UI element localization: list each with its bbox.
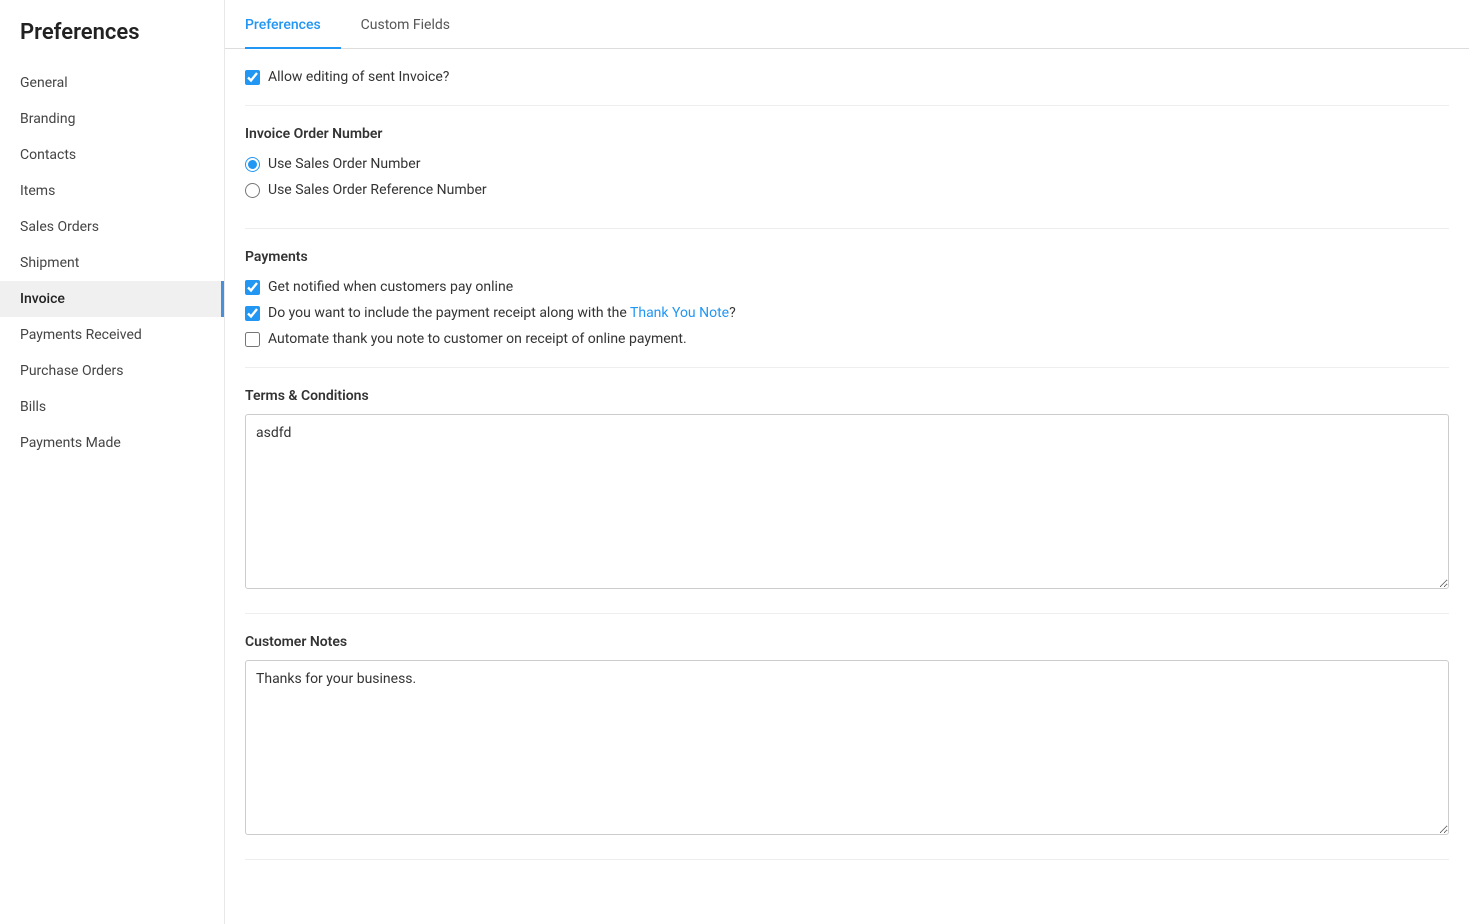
radio-row-use-sales-order-number[interactable]: Use Sales Order Number xyxy=(245,156,1449,172)
terms-conditions-textarea[interactable] xyxy=(245,414,1449,589)
include-receipt-checkbox[interactable] xyxy=(245,306,260,321)
sidebar-item-sales-orders[interactable]: Sales Orders xyxy=(0,209,224,245)
sidebar-item-purchase-orders[interactable]: Purchase Orders xyxy=(0,353,224,389)
payments-section: Payments Get notified when customers pay… xyxy=(245,229,1449,368)
sidebar-item-general[interactable]: General xyxy=(0,65,224,101)
sidebar-item-invoice[interactable]: Invoice xyxy=(0,281,224,317)
main-content: Preferences Custom Fields Allow editing o… xyxy=(225,0,1469,924)
include-receipt-label: Do you want to include the payment recei… xyxy=(268,305,736,321)
terms-conditions-section: Terms & Conditions xyxy=(245,368,1449,614)
customer-notes-section: Customer Notes xyxy=(245,614,1449,860)
radio-row-use-sales-order-ref[interactable]: Use Sales Order Reference Number xyxy=(245,182,1449,198)
sidebar-item-branding[interactable]: Branding xyxy=(0,101,224,137)
content-area: Allow editing of sent Invoice? Invoice O… xyxy=(225,49,1469,860)
automate-thank-you-checkbox[interactable] xyxy=(245,332,260,347)
radio-use-sales-order-number[interactable] xyxy=(245,157,260,172)
sidebar-item-payments-made[interactable]: Payments Made xyxy=(0,425,224,461)
radio-label-use-sales-order-number: Use Sales Order Number xyxy=(268,156,420,172)
sidebar-item-shipment[interactable]: Shipment xyxy=(0,245,224,281)
invoice-order-number-title: Invoice Order Number xyxy=(245,126,1449,142)
automate-thank-you-label: Automate thank you note to customer on r… xyxy=(268,331,687,347)
sidebar-nav: GeneralBrandingContactsItemsSales Orders… xyxy=(0,65,224,461)
order-number-radios: Use Sales Order Number Use Sales Order Re… xyxy=(245,156,1449,198)
automate-thank-you-row[interactable]: Automate thank you note to customer on r… xyxy=(245,331,1449,347)
notify-pay-online-row[interactable]: Get notified when customers pay online xyxy=(245,279,1449,295)
customer-notes-label: Customer Notes xyxy=(245,634,1449,650)
notify-pay-online-checkbox[interactable] xyxy=(245,280,260,295)
sidebar-item-payments-received[interactable]: Payments Received xyxy=(0,317,224,353)
invoice-order-number-section: Invoice Order Number Use Sales Order Num… xyxy=(245,106,1449,229)
radio-label-use-sales-order-ref: Use Sales Order Reference Number xyxy=(268,182,487,198)
allow-editing-row[interactable]: Allow editing of sent Invoice? xyxy=(245,69,1449,85)
radio-use-sales-order-ref[interactable] xyxy=(245,183,260,198)
allow-editing-checkbox[interactable] xyxy=(245,70,260,85)
tabs-bar: Preferences Custom Fields xyxy=(225,0,1469,49)
tab-preferences[interactable]: Preferences xyxy=(245,1,341,49)
sidebar: Preferences GeneralBrandingContactsItems… xyxy=(0,0,225,924)
sidebar-title: Preferences xyxy=(0,20,224,65)
terms-conditions-label: Terms & Conditions xyxy=(245,388,1449,404)
sidebar-item-items[interactable]: Items xyxy=(0,173,224,209)
include-receipt-row[interactable]: Do you want to include the payment recei… xyxy=(245,305,1449,321)
sidebar-item-contacts[interactable]: Contacts xyxy=(0,137,224,173)
notify-pay-online-label: Get notified when customers pay online xyxy=(268,279,513,295)
customer-notes-textarea[interactable] xyxy=(245,660,1449,835)
tab-custom-fields[interactable]: Custom Fields xyxy=(361,1,470,49)
invoice-editing-section: Allow editing of sent Invoice? xyxy=(245,49,1449,106)
payments-title: Payments xyxy=(245,249,1449,265)
allow-editing-label: Allow editing of sent Invoice? xyxy=(268,69,449,85)
thank-you-note-link[interactable]: Thank You Note xyxy=(630,305,729,321)
sidebar-item-bills[interactable]: Bills xyxy=(0,389,224,425)
